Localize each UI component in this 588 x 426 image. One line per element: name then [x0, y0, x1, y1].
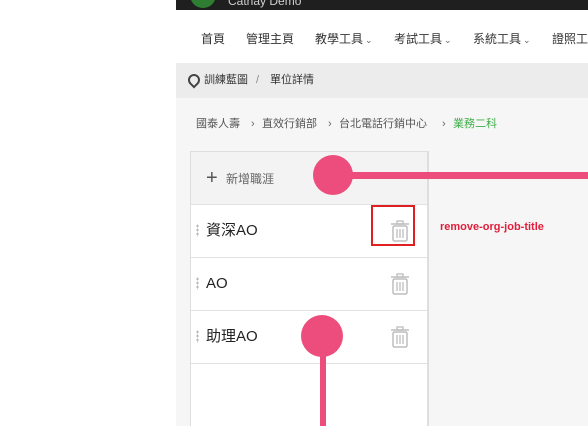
drag-handle-icon[interactable]	[196, 224, 199, 237]
location-pin-icon	[185, 71, 203, 89]
job-title-list: + 新增職涯 資深AO AO 助理AO	[191, 152, 428, 426]
annotation-marker-dot	[313, 155, 353, 195]
org-path-separator: ›	[251, 118, 255, 130]
annotation-connector-line	[327, 172, 588, 179]
org-path-current-section: 業務二科	[453, 118, 497, 130]
nav-teaching-tools[interactable]: 教學工具 ⌄	[315, 32, 373, 47]
job-title-label: AO	[206, 275, 228, 292]
nav-home[interactable]: 首頁	[201, 32, 225, 46]
nav-exam-tools[interactable]: 考試工具 ⌄	[394, 32, 452, 47]
breadcrumb: 訓練藍圖 / 單位詳情	[176, 63, 588, 98]
breadcrumb-separator: /	[256, 74, 260, 86]
job-title-label: 資深AO	[206, 222, 258, 239]
job-title-label: 助理AO	[206, 328, 258, 345]
trash-icon[interactable]	[389, 325, 411, 349]
breadcrumb-training-blueprint[interactable]: 訓練藍圖	[204, 74, 248, 87]
annotation-highlight-box	[371, 205, 415, 246]
org-path-center[interactable]: 台北電話行銷中心	[339, 118, 427, 131]
job-title-panel: + 新增職涯 資深AO AO 助理AO	[190, 151, 429, 426]
drag-handle-icon[interactable]	[196, 277, 199, 290]
brand-name: Cathay Demo	[228, 0, 302, 8]
chevron-down-icon: ⌄	[365, 35, 373, 45]
job-title-row[interactable]: AO	[191, 258, 427, 311]
org-path-company[interactable]: 國泰人壽	[196, 118, 240, 131]
brand-logo	[190, 0, 216, 8]
add-job-title-label: 新增職涯	[226, 172, 275, 186]
chevron-down-icon: ⌄	[523, 35, 531, 45]
org-path-separator: ›	[442, 118, 446, 130]
main-nav: 首頁 管理主頁 教學工具 ⌄ 考試工具 ⌄ 系統工具 ⌄ 證照工	[176, 10, 588, 64]
nav-system-tools[interactable]: 系統工具 ⌄	[473, 32, 531, 47]
trash-icon[interactable]	[389, 272, 411, 296]
drag-handle-icon[interactable]	[196, 330, 199, 343]
nav-admin-home[interactable]: 管理主頁	[246, 32, 294, 46]
breadcrumb-unit-detail: 單位詳情	[270, 74, 314, 86]
top-brand-bar: Cathay Demo	[176, 0, 588, 10]
chevron-down-icon: ⌄	[444, 35, 452, 45]
org-path-separator: ›	[328, 118, 332, 130]
org-path-department[interactable]: 直效行銷部	[262, 118, 317, 131]
plus-icon: +	[206, 167, 218, 189]
annotation-marker-dot	[301, 315, 343, 357]
annotation-callout-label: remove-org-job-title	[440, 221, 544, 233]
nav-certificate-tools[interactable]: 證照工	[552, 32, 588, 46]
